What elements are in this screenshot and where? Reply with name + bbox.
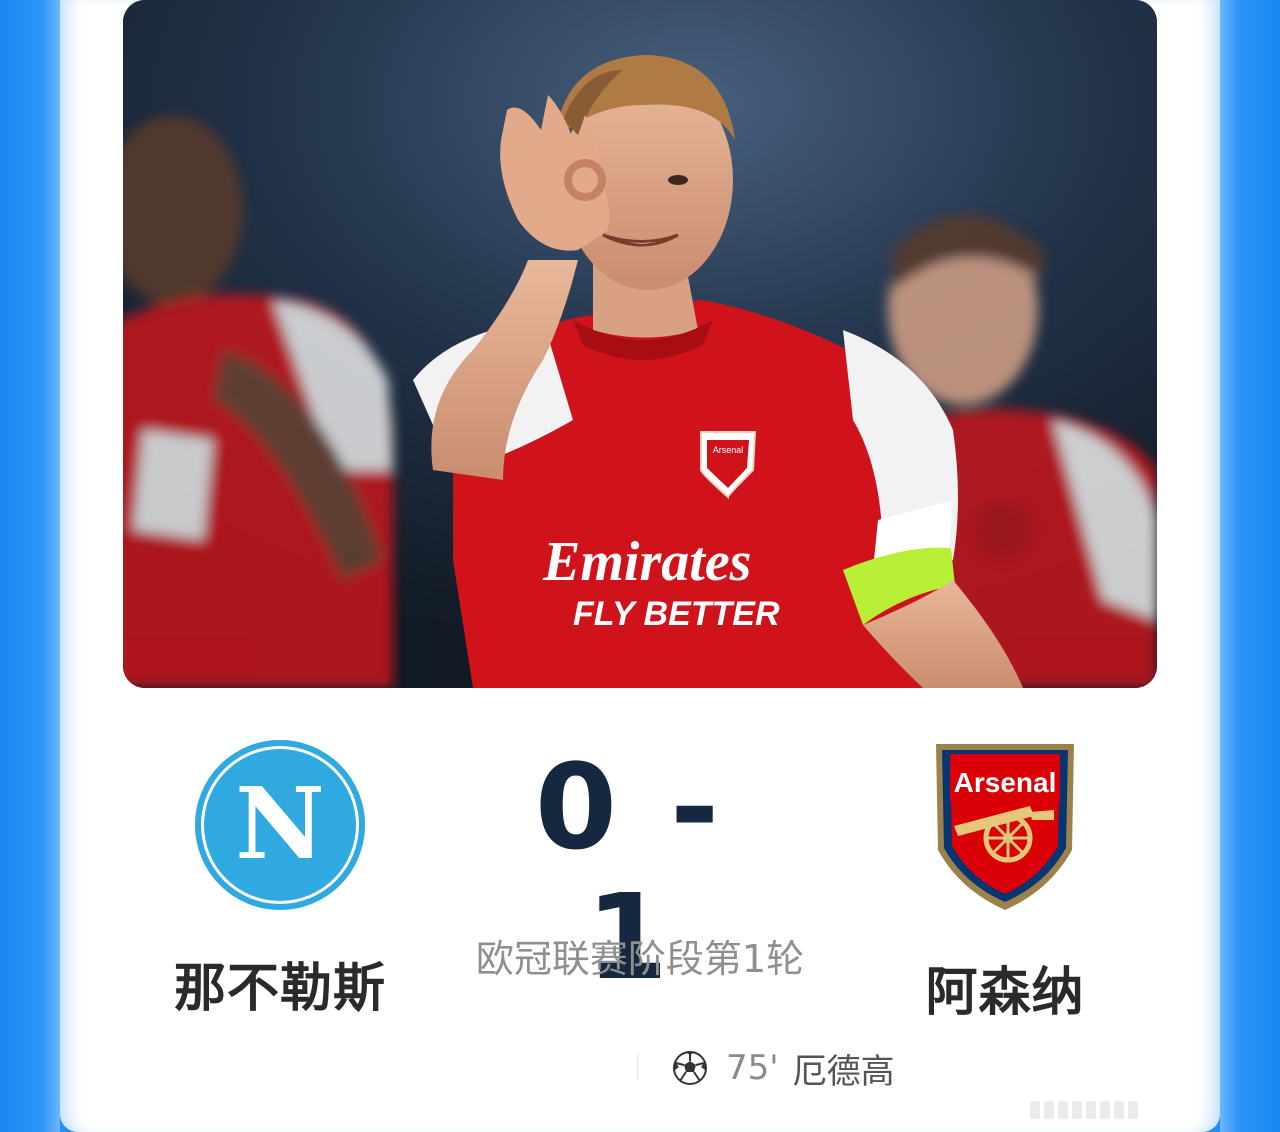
goal-minute: 75' [726, 1048, 779, 1088]
napoli-logo[interactable]: N [195, 740, 365, 910]
home-team-name: 那不勒斯 [173, 959, 386, 1019]
goal-event: 75' 厄德高 [672, 1046, 895, 1092]
home-score: 0 [534, 738, 624, 876]
right-page-edge [1220, 0, 1280, 1132]
watermark [1030, 1100, 1270, 1120]
left-page-edge [0, 0, 60, 1132]
photo-crest-text: Arsenal [713, 445, 744, 455]
match-photo[interactable]: Arsenal Emirates FLY BETTER [123, 0, 1157, 688]
divider [637, 1054, 639, 1080]
away-team-name: 阿森纳 [925, 963, 1085, 1023]
napoli-logo-letter: N [235, 767, 325, 882]
jersey-sponsor-line1: Emirates [542, 531, 751, 593]
goal-scorer: 厄德高 [792, 1051, 895, 1092]
soccer-ball-icon [673, 1051, 707, 1085]
competition-stage: 欧冠联赛阶段第1轮 [475, 937, 805, 981]
score-separator: - [670, 738, 726, 876]
home-team[interactable]: N 那不勒斯 [160, 740, 400, 1021]
player-celebration-illustration: Arsenal Emirates FLY BETTER [123, 0, 1157, 688]
jersey-sponsor-line2: FLY BETTER [573, 595, 780, 633]
away-team[interactable]: Arsenal 阿森纳 [890, 740, 1120, 1025]
arsenal-logo[interactable]: Arsenal [930, 740, 1080, 912]
arsenal-logo-text: Arsenal [954, 767, 1057, 798]
